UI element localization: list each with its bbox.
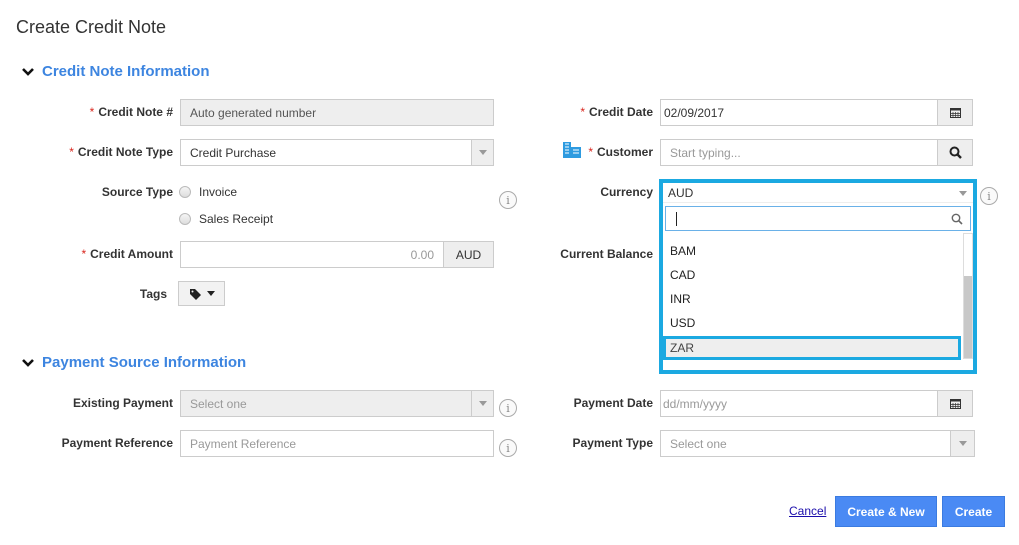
credit-note-type-select[interactable]: Credit Purchase bbox=[180, 139, 494, 166]
currency-option[interactable]: CAD bbox=[663, 263, 961, 287]
chevron-down-icon bbox=[22, 67, 34, 76]
caret-down-icon bbox=[206, 291, 215, 296]
dropdown-toggle[interactable] bbox=[953, 183, 973, 203]
existing-payment-label: Existing Payment bbox=[72, 396, 173, 410]
info-icon[interactable]: i bbox=[499, 439, 517, 457]
credit-date-input[interactable]: 02/09/2017 bbox=[660, 99, 973, 126]
cancel-link[interactable]: Cancel bbox=[789, 504, 826, 518]
currency-option-highlighted[interactable]: ZAR bbox=[663, 336, 961, 360]
current-balance-label: Current Balance bbox=[560, 247, 653, 261]
calendar-icon bbox=[949, 108, 961, 118]
section-credit-note-info[interactable]: Credit Note Information bbox=[22, 63, 210, 80]
credit-date-label: * Credit Date bbox=[580, 105, 653, 119]
caret-down-icon bbox=[478, 150, 487, 155]
credit-note-type-label: * Credit Note Type bbox=[69, 145, 173, 159]
credit-amount-label: * Credit Amount bbox=[81, 247, 173, 261]
radio-invoice[interactable]: Invoice bbox=[179, 185, 237, 199]
currency-label: Currency bbox=[600, 185, 653, 199]
calendar-icon bbox=[949, 399, 961, 409]
payment-type-label: Payment Type bbox=[572, 436, 653, 450]
payment-type-select[interactable]: Select one bbox=[660, 430, 975, 457]
source-type-label: Source Type bbox=[101, 185, 173, 199]
building-icon[interactable] bbox=[563, 142, 581, 158]
caret-down-icon bbox=[958, 441, 967, 446]
create-button[interactable]: Create bbox=[942, 496, 1005, 527]
chevron-down-icon bbox=[22, 358, 34, 367]
info-icon[interactable]: i bbox=[499, 399, 517, 417]
create-and-new-button[interactable]: Create & New bbox=[835, 496, 937, 527]
tags-label: Tags bbox=[139, 287, 167, 301]
currency-option[interactable]: INR bbox=[663, 287, 961, 311]
info-icon[interactable]: i bbox=[499, 191, 517, 209]
customer-label: * Customer bbox=[588, 145, 653, 159]
search-icon bbox=[951, 213, 963, 225]
payment-date-input[interactable]: dd/mm/yyyy bbox=[660, 390, 973, 417]
radio-button[interactable] bbox=[179, 186, 191, 198]
payment-date-label: Payment Date bbox=[573, 396, 653, 410]
calendar-button[interactable] bbox=[937, 99, 973, 126]
section-payment-source-info[interactable]: Payment Source Information bbox=[22, 354, 246, 371]
payment-reference-input[interactable]: Payment Reference bbox=[180, 430, 494, 457]
currency-option[interactable]: ANG bbox=[663, 231, 961, 239]
dropdown-toggle bbox=[471, 390, 494, 417]
dropdown-toggle[interactable] bbox=[950, 430, 975, 457]
search-icon bbox=[949, 146, 962, 159]
credit-amount-input[interactable]: 0.00 bbox=[180, 241, 444, 268]
credit-note-number-label: * Credit Note # bbox=[89, 105, 173, 119]
credit-note-number-field: Auto generated number bbox=[180, 99, 494, 126]
payment-reference-label: Payment Reference bbox=[61, 436, 173, 450]
currency-addon: AUD bbox=[443, 241, 494, 268]
existing-payment-select: Select one bbox=[180, 390, 494, 417]
section-title: Credit Note Information bbox=[42, 63, 210, 80]
currency-option[interactable]: USD bbox=[663, 311, 961, 335]
radio-button[interactable] bbox=[179, 213, 191, 225]
search-button[interactable] bbox=[937, 139, 973, 166]
tags-button[interactable] bbox=[178, 281, 225, 306]
tag-icon bbox=[189, 288, 201, 300]
currency-search-input[interactable] bbox=[665, 206, 971, 231]
calendar-button[interactable] bbox=[937, 390, 973, 417]
page-title: Create Credit Note bbox=[16, 17, 167, 37]
currency-options-list[interactable]: ANG BAM CAD INR USD ZAR bbox=[663, 231, 973, 361]
scrollbar-thumb[interactable] bbox=[964, 276, 972, 358]
text-cursor bbox=[676, 211, 677, 226]
scrollbar-track[interactable] bbox=[963, 233, 973, 359]
currency-option[interactable]: BAM bbox=[663, 239, 961, 263]
caret-down-icon bbox=[478, 401, 487, 406]
caret-down-icon bbox=[959, 190, 967, 196]
dropdown-toggle[interactable] bbox=[471, 139, 494, 166]
currency-dropdown[interactable]: AUD ANG BAM CAD INR USD ZAR bbox=[659, 179, 977, 374]
currency-select[interactable]: AUD bbox=[663, 183, 973, 203]
section-title: Payment Source Information bbox=[42, 354, 247, 371]
customer-input[interactable]: Start typing... bbox=[660, 139, 973, 166]
required-marker: * bbox=[89, 105, 95, 119]
radio-sales-receipt[interactable]: Sales Receipt bbox=[179, 212, 273, 226]
info-icon[interactable]: i bbox=[980, 187, 998, 205]
